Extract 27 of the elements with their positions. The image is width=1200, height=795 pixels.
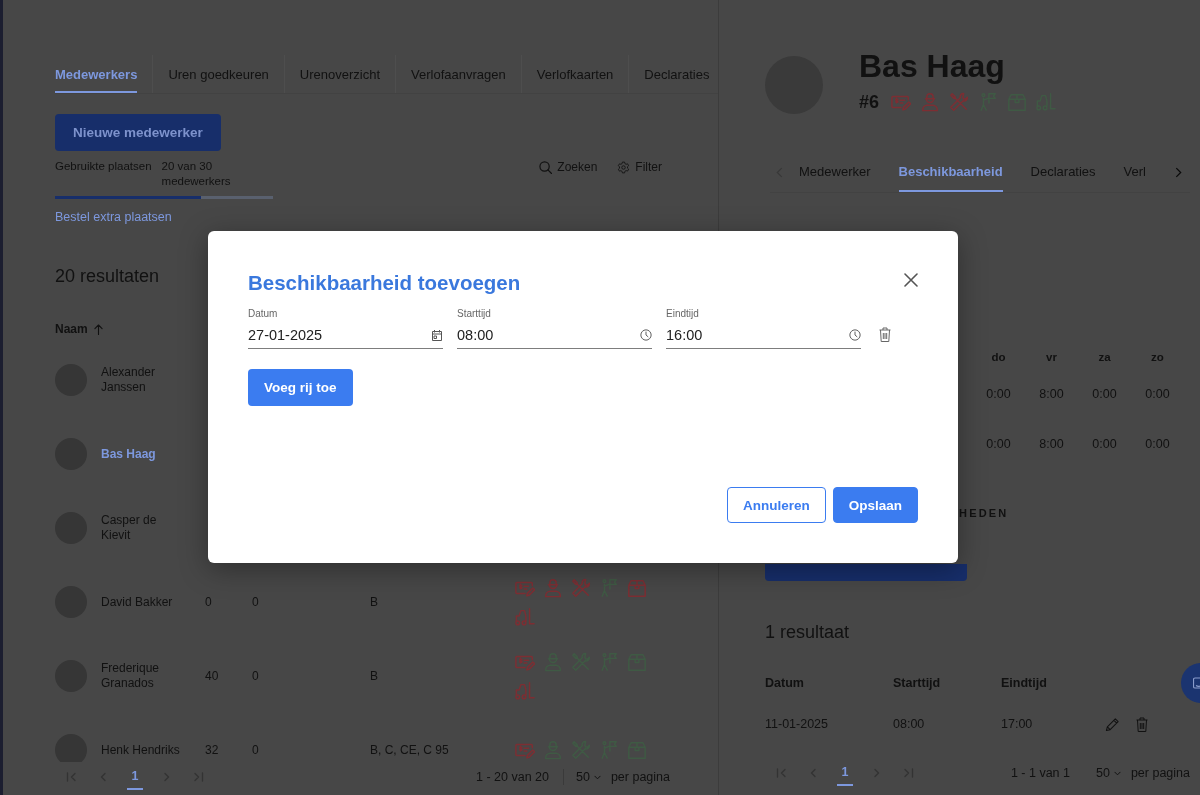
add-row-button[interactable]: Voeg rij toe — [248, 369, 353, 406]
new-employee-button[interactable]: Nieuwe medewerker — [55, 114, 221, 151]
clock-icon[interactable] — [640, 329, 652, 341]
employee-name[interactable]: Bas Haag — [101, 446, 188, 462]
trash-icon[interactable] — [879, 327, 891, 342]
chat-button[interactable] — [1181, 663, 1200, 703]
page-button[interactable]: 1 — [127, 764, 143, 790]
clock-icon[interactable] — [849, 329, 861, 341]
time-field[interactable]: Starttijd 08:00 — [457, 307, 652, 349]
settings-icon — [617, 160, 631, 174]
cancel-button[interactable]: Annuleren — [726, 487, 826, 523]
order-seats-link[interactable]: Bestel extra plaatsen — [55, 209, 172, 225]
close-icon[interactable] — [904, 273, 918, 287]
chevron-down-icon — [1113, 770, 1121, 776]
search-icon — [539, 160, 553, 174]
tab[interactable]: Beschikbaarheid — [898, 152, 1003, 192]
dialog-title: Beschikbaarheid toevoegen — [248, 271, 521, 295]
chat-icon — [1193, 677, 1200, 689]
save-button[interactable]: Opslaan — [832, 487, 918, 523]
pencil-icon[interactable] — [1105, 716, 1120, 732]
time-field[interactable]: Eindtijd 16:00 — [666, 307, 861, 349]
calendar-icon[interactable] — [431, 329, 443, 341]
primary-button[interactable] — [765, 564, 967, 581]
chevron-right-icon[interactable] — [1175, 166, 1182, 178]
page-button[interactable]: 1 — [837, 760, 853, 786]
date-field[interactable]: Datum 27-01-2025 — [248, 307, 443, 349]
chevron-down-icon — [593, 774, 601, 780]
